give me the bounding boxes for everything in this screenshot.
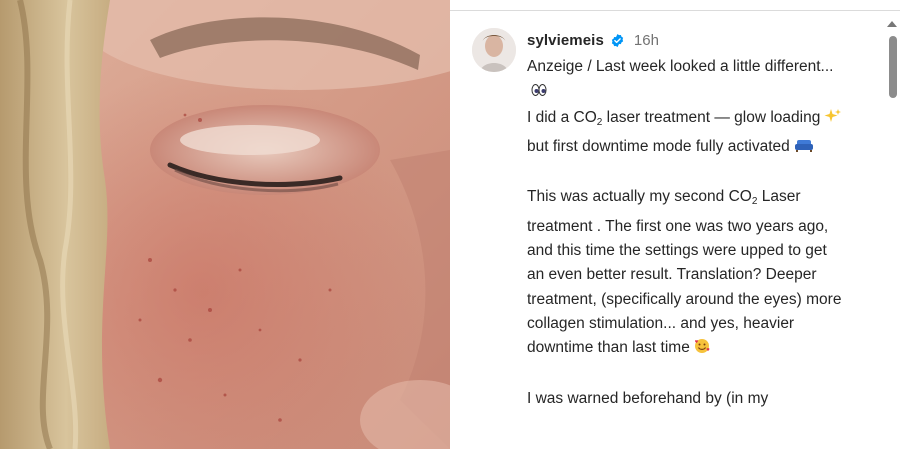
caption-line: Anzeige / Last week looked a little diff… [527,55,847,106]
post-header: sylviemeis 16h [527,30,659,50]
face-closeup-image [0,0,450,449]
post-caption-panel: sylviemeis 16h Anzeige / Last week looke… [450,0,900,449]
post-photo[interactable] [0,0,450,449]
scrollbar-thumb[interactable] [889,36,897,98]
caption-line: I was warned beforehand by (in my [527,387,847,411]
caption-text: I did a CO [527,108,597,126]
caption-text: Anzeige / Last week looked a little diff… [527,58,834,75]
caption-text: I was warned beforehand by (in my [527,389,769,407]
post-caption: Anzeige / Last week looked a little diff… [527,55,847,411]
instagram-post-view: sylviemeis 16h Anzeige / Last week looke… [0,0,900,449]
caption-text: laser treatment — glow loading [606,108,821,126]
subscript-text: 2 [751,196,758,208]
divider [450,10,900,11]
sparkles-emoji [824,108,842,132]
caption-line: I did a CO2 laser treatment — glow loadi… [527,106,847,162]
username-link[interactable]: sylviemeis [527,32,604,49]
caption-text: Laser treatment . The first one was two … [527,188,842,357]
smiling-face-with-hearts-emoji [694,338,710,362]
scroll-up-arrow-icon[interactable] [886,16,898,27]
caption-line: This was actually my second CO2 Laser tr… [527,185,847,362]
couch-emoji [794,137,814,161]
subscript-text: 2 [596,116,603,128]
avatar[interactable] [472,28,516,72]
caption-text: This was actually my second CO [527,188,752,206]
verified-badge-icon [610,33,625,48]
caption-text: but first downtime mode fully activated [527,137,790,155]
eyes-emoji [531,81,547,105]
post-time[interactable]: 16h [634,32,659,49]
